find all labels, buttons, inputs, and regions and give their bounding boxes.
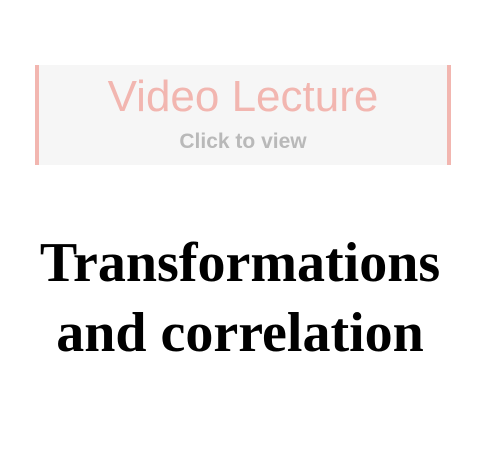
video-lecture-banner[interactable]: Video Lecture Click to view <box>35 65 451 165</box>
click-to-view-label: Click to view <box>179 130 307 153</box>
video-lecture-title: Video Lecture <box>107 72 379 121</box>
page-title: Transformations and correlation <box>0 228 480 368</box>
page-title-line-1: Transformations <box>39 232 441 294</box>
page-title-line-2: and correlation <box>56 302 424 364</box>
